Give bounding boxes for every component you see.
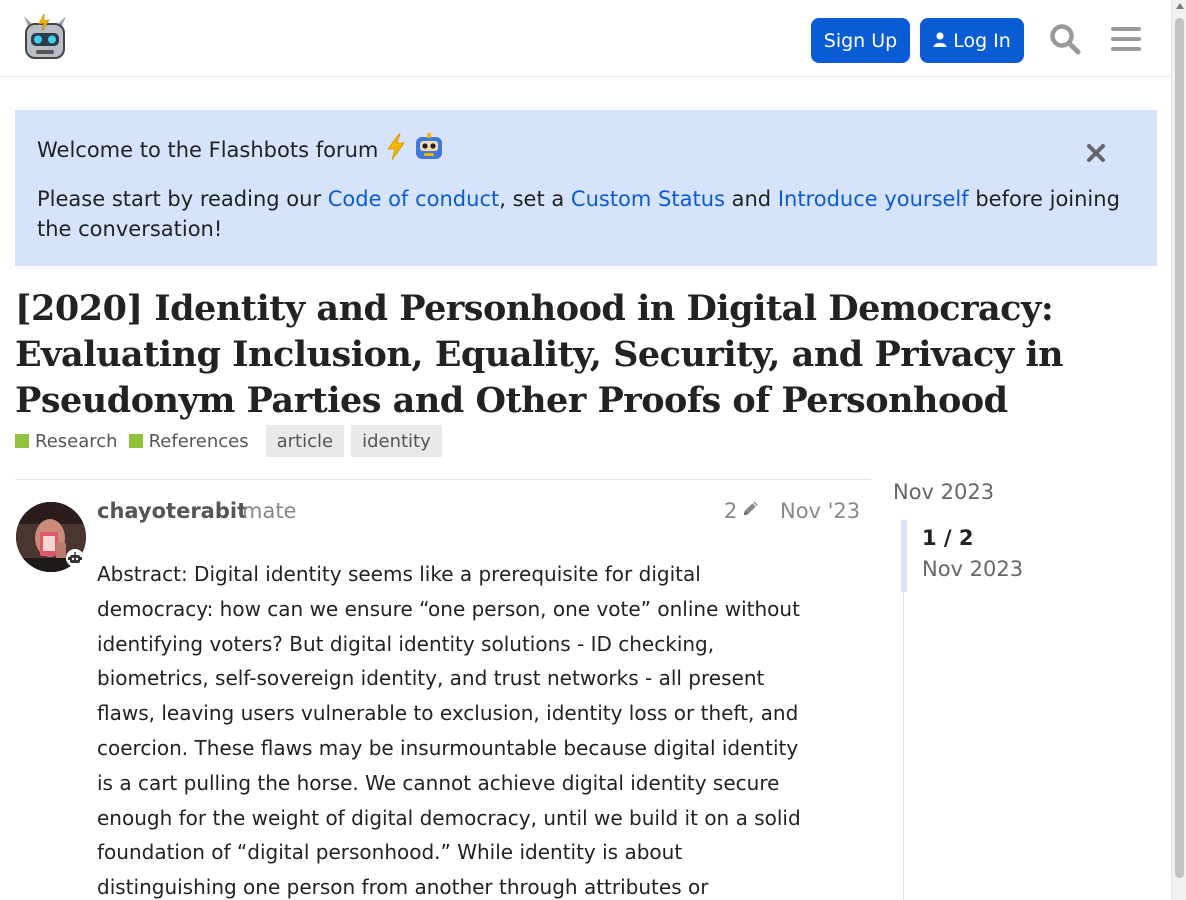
scrollbar-thumb[interactable] [1175, 18, 1184, 878]
topic-title[interactable]: [2020] Identity and Personhood in Digita… [15, 286, 1064, 424]
category-label: Research [35, 430, 118, 452]
pencil-icon [741, 499, 760, 523]
introduce-yourself-link[interactable]: Introduce yourself [778, 187, 969, 211]
banner-text-part: and [724, 187, 778, 211]
user-icon [933, 30, 947, 52]
banner-text-part: , set a [499, 187, 571, 211]
banner-title-text: Welcome to the Flashbots forum [37, 137, 379, 162]
log-in-button[interactable]: Log In [920, 18, 1024, 63]
topic-categories-tags: Research References article identity [15, 425, 442, 457]
category-label: References [148, 430, 249, 452]
close-icon[interactable] [1083, 140, 1109, 166]
timeline-position: 1 / 2 [922, 526, 974, 550]
category-color-swatch [128, 434, 143, 448]
site-header: Sign Up Log In [0, 0, 1171, 77]
timeline-start-date[interactable]: Nov 2023 [893, 480, 994, 504]
tag-list: article identity [265, 425, 442, 457]
post-user-title: mate [242, 499, 297, 523]
edit-history-button[interactable]: 2 [724, 499, 760, 523]
post-date[interactable]: Nov '23 [780, 499, 860, 523]
hamburger-menu-icon[interactable] [1107, 20, 1145, 58]
banner-message: Please start by reading our Code of cond… [37, 184, 1127, 244]
topic-title-line: Pseudonym Parties and Other Proofs of Pe… [15, 380, 1008, 421]
edit-count: 2 [724, 499, 738, 523]
timeline-current-date: Nov 2023 [922, 557, 1024, 581]
topic-title-line: [2020] Identity and Personhood in Digita… [15, 288, 1054, 329]
tag-article[interactable]: article [265, 425, 345, 457]
robot-emoji-icon [414, 132, 444, 167]
code-of-conduct-link[interactable]: Code of conduct [328, 187, 499, 211]
tag-identity[interactable]: identity [351, 425, 442, 457]
post-body: Abstract: Digital identity seems like a … [97, 562, 801, 900]
search-icon[interactable] [1046, 20, 1084, 58]
topic-title-line: Evaluating Inclusion, Equality, Security… [15, 334, 1064, 375]
post-username[interactable]: chayoterabit [97, 499, 247, 523]
flashbots-logo-icon[interactable] [22, 12, 68, 62]
page-scrollbar[interactable] [1171, 0, 1186, 900]
category-references[interactable]: References [128, 430, 249, 452]
lightning-emoji-icon [384, 133, 408, 166]
sign-up-button[interactable]: Sign Up [811, 18, 910, 63]
robot-badge-icon [66, 549, 84, 567]
post-divider [15, 479, 871, 480]
scroll-up-arrow-icon[interactable] [1176, 3, 1184, 9]
custom-status-link[interactable]: Custom Status [571, 187, 725, 211]
category-research[interactable]: Research [15, 431, 118, 452]
welcome-banner: Welcome to the Flashbots forum Please st… [15, 110, 1157, 266]
log-in-label: Log In [953, 29, 1011, 52]
category-color-swatch [15, 434, 29, 448]
banner-title: Welcome to the Flashbots forum [37, 132, 444, 167]
timeline-handle[interactable] [901, 520, 907, 592]
banner-text-part: Please start by reading our [37, 187, 328, 211]
